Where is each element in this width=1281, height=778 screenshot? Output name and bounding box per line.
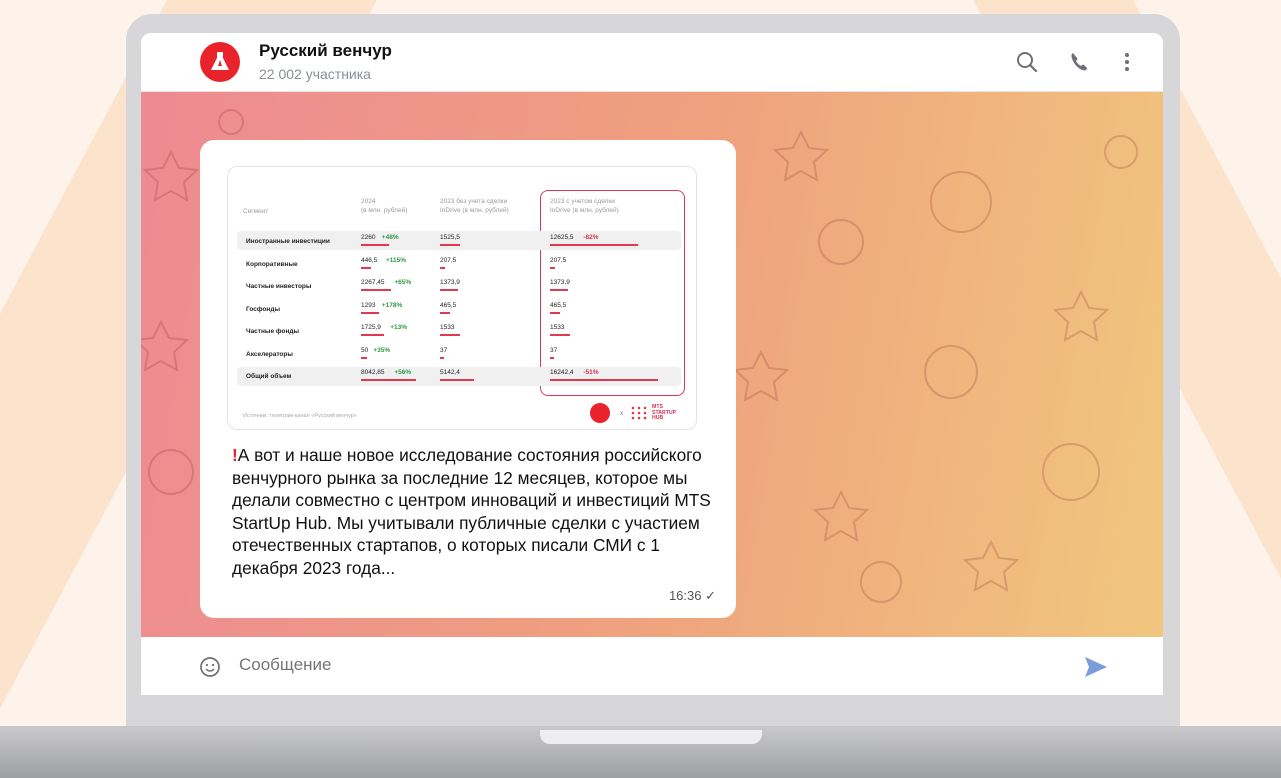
table-cell-2023-with: 12625,5 xyxy=(550,234,574,241)
send-icon[interactable] xyxy=(1083,655,1109,679)
table-cell-2024-change: +178% xyxy=(381,302,403,309)
value-bar-2023-without xyxy=(440,289,458,291)
value-bar-2023-with xyxy=(550,289,568,291)
table-cell-2023-without: 1533 xyxy=(440,324,455,331)
table-cell-2023-with: 1533 xyxy=(550,324,565,331)
table-cell-segment: Акселераторы xyxy=(246,351,293,358)
logo-line: HUB xyxy=(652,415,664,422)
header-segment: Сегмент xyxy=(243,208,269,215)
search-icon[interactable] xyxy=(1014,49,1040,75)
value-bar-2023-without xyxy=(440,312,450,314)
value-bar-2024 xyxy=(361,244,389,246)
value-bar-2023-with xyxy=(550,267,555,269)
value-bar-2023-without xyxy=(440,379,474,381)
value-bar-2024 xyxy=(361,357,367,359)
member-count: 22 002 участника xyxy=(259,66,371,82)
message-composer xyxy=(141,637,1163,695)
phone-icon[interactable] xyxy=(1066,49,1092,75)
value-bar-2023-with xyxy=(550,244,638,246)
table-cell-2024-change: +48% xyxy=(381,234,399,241)
table-cell-2023-with-change: -51% xyxy=(583,369,599,376)
message-time: 16:36 ✓ xyxy=(668,588,716,603)
header-2023-without: 2023 без учета сделки xyxy=(440,198,508,205)
partner-separator: x xyxy=(620,410,624,417)
table-cell-2024: 1725,9 xyxy=(361,324,381,331)
table-cell-2023-without: 5142,4 xyxy=(440,369,460,376)
table-cell-2024: 446,5 xyxy=(361,257,378,264)
chat-header: Русский венчур 22 002 участника xyxy=(141,33,1163,92)
value-bar-2023-with xyxy=(550,379,658,381)
table-cell-2024-change: +56% xyxy=(394,369,412,376)
channel-avatar[interactable] xyxy=(200,42,240,82)
value-bar-2023-without xyxy=(440,267,445,269)
channel-title[interactable]: Русский венчур xyxy=(259,41,392,61)
table-cell-segment: Иностранные инвестиции xyxy=(246,238,330,245)
mts-startup-hub-logo: MTS STARTUP HUB xyxy=(652,404,676,422)
header-2023-with-unit: InDrive (в млн. рублей) xyxy=(550,207,619,214)
table-cell-2023-without: 1373,9 xyxy=(440,279,460,286)
table-cell-segment: Корпоративные xyxy=(246,261,298,268)
value-bar-2023-without xyxy=(440,357,444,359)
source-note: Источник: телеграм-канал «Русский венчур… xyxy=(243,413,357,419)
message-body: А вот и наше новое исследование состояни… xyxy=(232,445,711,578)
channel-logo-small xyxy=(590,403,610,423)
table-cell-2023-with: 207,5 xyxy=(550,257,567,264)
table-cell-2023-without: 37 xyxy=(440,347,448,354)
table-cell-2024: 50 xyxy=(361,347,369,354)
message-text: !А вот и наше новое исследование состоян… xyxy=(232,444,722,580)
header-2023-with: 2023 с учетом сделки xyxy=(550,198,615,205)
app-screen: Русский венчур 22 002 участника Сегмент … xyxy=(141,33,1163,695)
chat-area: Сегмент 2024 (в млн. рублей) 2023 без уч… xyxy=(141,92,1163,637)
table-cell-2023-with: 37 xyxy=(550,347,558,354)
value-bar-2023-without xyxy=(440,334,460,336)
value-bar-2023-with xyxy=(550,312,560,314)
value-bar-2023-with xyxy=(550,334,570,336)
header-2023-without-unit: InDrive (в млн. рублей) xyxy=(440,207,509,214)
message-input[interactable] xyxy=(237,654,1001,676)
header-2024: 2024 xyxy=(361,198,376,205)
value-bar-2023-with xyxy=(550,357,554,359)
value-bar-2024 xyxy=(361,334,384,336)
table-cell-2024-change: +65% xyxy=(394,279,412,286)
table-cell-2023-without: 1525,5 xyxy=(440,234,460,241)
message-bubble[interactable]: Сегмент 2024 (в млн. рублей) 2023 без уч… xyxy=(200,140,736,618)
table-cell-2024-change: +115% xyxy=(386,257,407,264)
table-cell-2024-change: +35% xyxy=(373,347,391,354)
more-vertical-icon[interactable] xyxy=(1114,49,1140,75)
table-cell-2023-without: 207,5 xyxy=(440,257,457,264)
table-cell-segment: Госфонды xyxy=(246,306,281,313)
table-cell-2023-with-change: -82% xyxy=(583,234,599,241)
value-bar-2024 xyxy=(361,289,391,291)
table-cell-segment: Частные инвесторы xyxy=(246,283,312,290)
table-cell-segment: Частные фонды xyxy=(246,328,300,335)
table-cell-2024: 1293 xyxy=(361,302,376,309)
laptop-notch xyxy=(540,730,762,744)
value-bar-2024 xyxy=(361,379,416,381)
table-cell-2023-with: 1373,9 xyxy=(550,279,570,286)
table-cell-2024: 2267,45 xyxy=(361,279,385,286)
header-2024-unit: (в млн. рублей) xyxy=(361,207,408,214)
table-cell-2024: 8042,85 xyxy=(361,369,385,376)
table-cell-segment: Общий объем xyxy=(246,373,292,380)
value-bar-2024 xyxy=(361,267,371,269)
value-bar-2023-without xyxy=(440,244,460,246)
table-cell-2023-with: 465,5 xyxy=(550,302,567,309)
mts-dots-logo xyxy=(630,405,648,421)
emoji-icon[interactable] xyxy=(199,656,221,678)
table-cell-2024-change: +13% xyxy=(390,324,407,331)
table-cell-2023-with: 16242,4 xyxy=(550,369,574,376)
table-cell-2023-without: 465,5 xyxy=(440,302,457,309)
value-bar-2024 xyxy=(361,312,379,314)
flask-rocket-logo-icon xyxy=(211,52,229,70)
highlight-column xyxy=(540,190,685,396)
research-table-image[interactable]: Сегмент 2024 (в млн. рублей) 2023 без уч… xyxy=(227,166,697,430)
table-cell-2024: 2260 xyxy=(361,234,376,241)
